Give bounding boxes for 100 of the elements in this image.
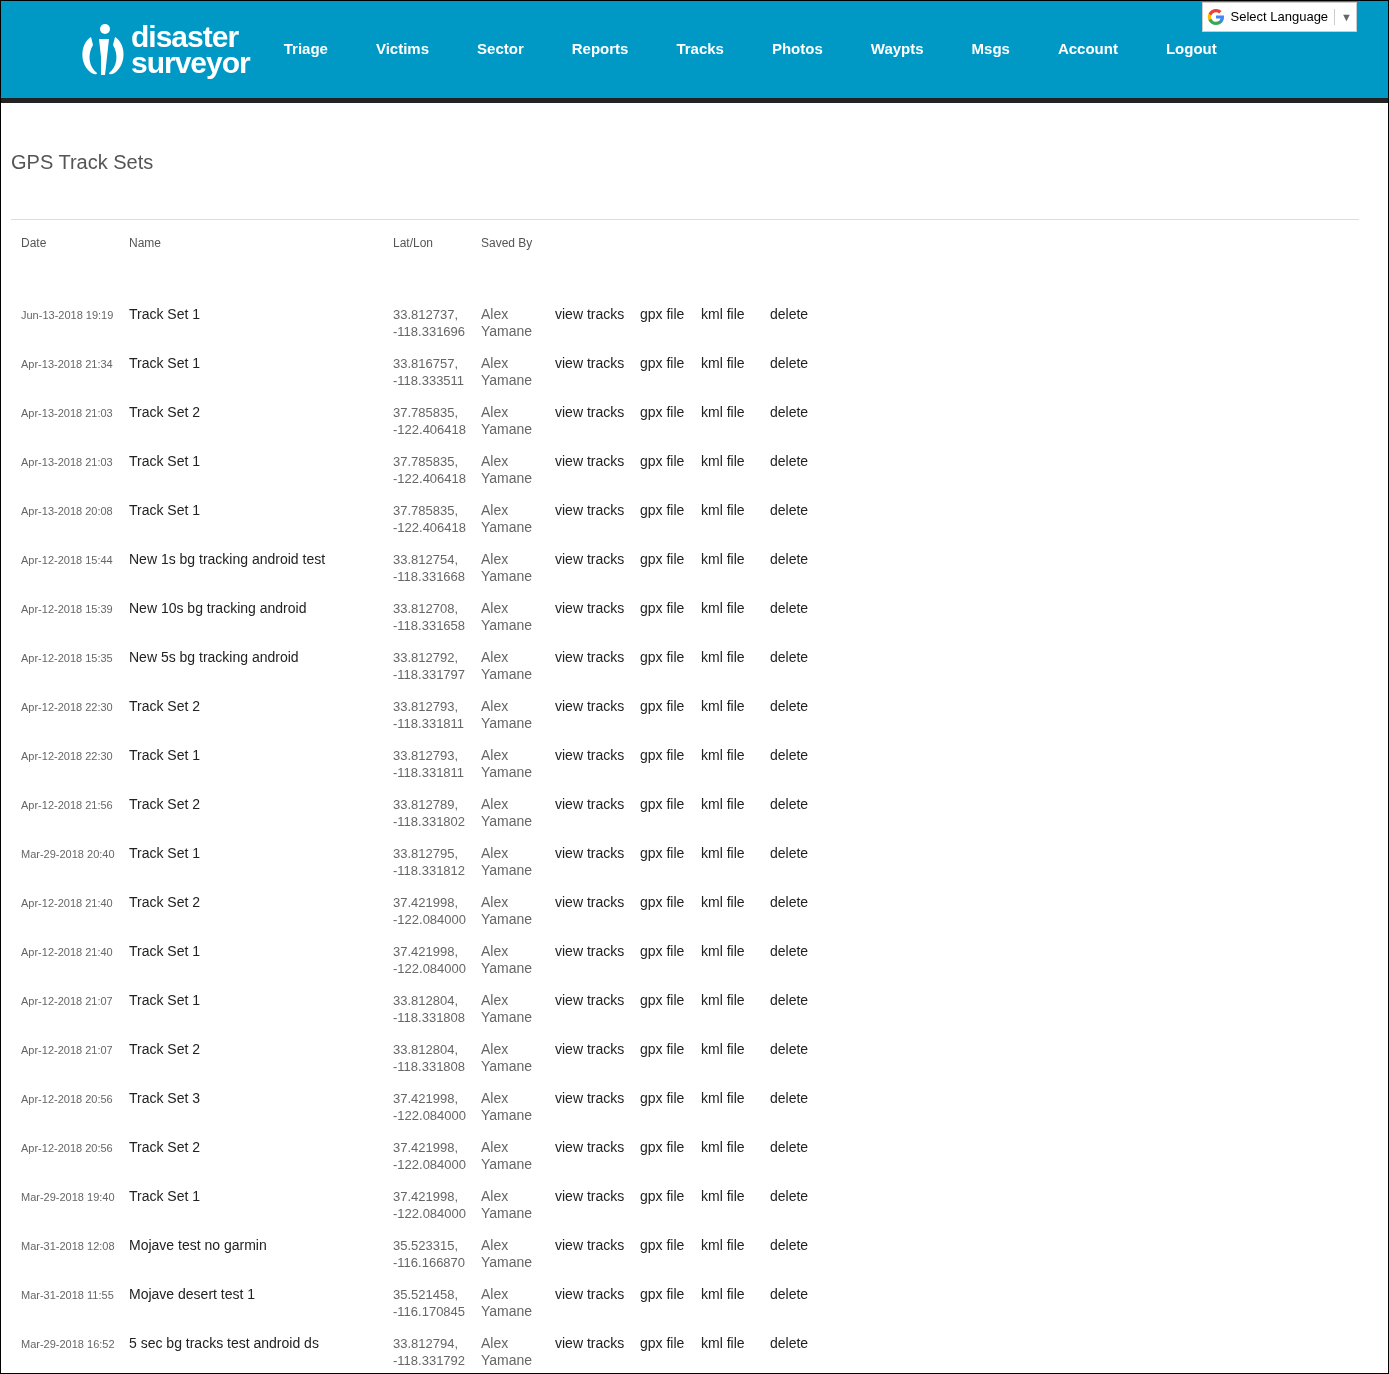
action-link[interactable]: view tracks	[555, 1286, 625, 1302]
action-link[interactable]: kml file	[701, 453, 745, 469]
action-link[interactable]: gpx file	[640, 502, 685, 518]
name-cell: Mojave desert test 1	[129, 1286, 256, 1303]
action-link[interactable]: delete	[770, 796, 809, 812]
action-link[interactable]: kml file	[701, 1188, 745, 1204]
action-link[interactable]: view tracks	[555, 1090, 625, 1106]
action-link[interactable]: view tracks	[555, 453, 625, 469]
action-link[interactable]: delete	[770, 1090, 809, 1106]
action-link[interactable]: delete	[770, 698, 809, 714]
action-link[interactable]: delete	[770, 404, 809, 420]
action-link[interactable]: kml file	[701, 1041, 745, 1057]
action-link[interactable]: delete	[770, 992, 809, 1008]
action-link[interactable]: kml file	[701, 747, 745, 763]
action-link[interactable]: gpx file	[640, 894, 685, 910]
action-link[interactable]: delete	[770, 1237, 809, 1253]
action-link[interactable]: kml file	[701, 1286, 745, 1302]
action-link[interactable]: kml file	[701, 796, 745, 812]
action-link[interactable]: gpx file	[640, 1041, 685, 1057]
action-link[interactable]: delete	[770, 355, 809, 371]
action-link[interactable]: delete	[770, 894, 809, 910]
action-link[interactable]: gpx file	[640, 698, 685, 714]
action-link[interactable]: delete	[770, 551, 809, 567]
action-link[interactable]: view tracks	[555, 551, 625, 567]
action-link[interactable]: gpx file	[640, 1090, 685, 1106]
saved-by-cell-text: Alex Yamane	[481, 943, 534, 977]
action-link[interactable]: view tracks	[555, 1041, 625, 1057]
action-link[interactable]: gpx file	[640, 796, 685, 812]
language-select[interactable]: Select Language ▼	[1201, 2, 1357, 32]
action-link[interactable]: gpx file	[640, 1188, 685, 1204]
action-link[interactable]: kml file	[701, 404, 745, 420]
name-cell: Track Set 1	[129, 943, 201, 960]
action-link[interactable]: kml file	[701, 355, 745, 371]
action-link[interactable]: delete	[770, 649, 809, 665]
action-link[interactable]: gpx file	[640, 453, 685, 469]
action-link[interactable]: view tracks	[555, 747, 625, 763]
action-link[interactable]: view tracks	[555, 600, 625, 616]
action-link[interactable]: view tracks	[555, 943, 625, 959]
action-link[interactable]: view tracks	[555, 404, 625, 420]
lat-lon-cell: 37.785835, -122.406418	[393, 404, 466, 438]
action-link[interactable]: delete	[770, 845, 809, 861]
action-link[interactable]: view tracks	[555, 796, 625, 812]
saved-by-cell-text: Alex Yamane	[481, 649, 534, 683]
action-link[interactable]: view tracks	[555, 894, 625, 910]
action-link[interactable]: kml file	[701, 551, 745, 567]
action-link[interactable]: kml file	[701, 306, 745, 322]
action-link[interactable]: gpx file	[640, 1237, 685, 1253]
action-link[interactable]: delete	[770, 1041, 809, 1057]
action-link[interactable]: gpx file	[640, 404, 685, 420]
date-cell-text: Apr-12-2018 15:44	[21, 553, 113, 568]
action-link[interactable]: gpx file	[640, 1286, 685, 1302]
saved-by-cell-text: Alex Yamane	[481, 1286, 534, 1320]
action-link[interactable]: kml file	[701, 698, 745, 714]
lat-lon-cell: 37.421998, -122.084000	[393, 894, 466, 928]
action-link[interactable]: delete	[770, 943, 809, 959]
lat-lon-cell: 35.523315, -116.166870	[393, 1237, 466, 1271]
action-link[interactable]: kml file	[701, 845, 745, 861]
action-link[interactable]: delete	[770, 502, 809, 518]
action-link[interactable]: view tracks	[555, 355, 625, 371]
action-link[interactable]: view tracks	[555, 1188, 625, 1204]
action-link[interactable]: delete	[770, 600, 809, 616]
action-link[interactable]: kml file	[701, 1090, 745, 1106]
action-link[interactable]: view tracks	[555, 845, 625, 861]
action-link[interactable]: gpx file	[640, 600, 685, 616]
action-link[interactable]: kml file	[701, 649, 745, 665]
action-link[interactable]: gpx file	[640, 943, 685, 959]
action-link[interactable]: view tracks	[555, 698, 625, 714]
action-link[interactable]: gpx file	[640, 992, 685, 1008]
action-link[interactable]: delete	[770, 453, 809, 469]
action-link[interactable]: gpx file	[640, 355, 685, 371]
action-link[interactable]: gpx file	[640, 845, 685, 861]
date-cell-text: Apr-12-2018 22:30	[21, 749, 113, 764]
action-link[interactable]: gpx file	[640, 551, 685, 567]
action-link[interactable]: view tracks	[555, 1237, 625, 1253]
action-link[interactable]: kml file	[701, 600, 745, 616]
action-link[interactable]: kml file	[701, 502, 745, 518]
action-link[interactable]: kml file	[701, 1335, 745, 1351]
action-link[interactable]: view tracks	[555, 1139, 625, 1155]
action-link[interactable]: gpx file	[640, 649, 685, 665]
action-link[interactable]: kml file	[701, 1237, 745, 1253]
action-link[interactable]: gpx file	[640, 747, 685, 763]
action-link[interactable]: gpx file	[640, 1139, 685, 1155]
action-link[interactable]: gpx file	[640, 1335, 685, 1351]
action-link[interactable]: kml file	[701, 943, 745, 959]
action-link[interactable]: view tracks	[555, 992, 625, 1008]
action-link[interactable]: delete	[770, 1335, 809, 1351]
action-link[interactable]: view tracks	[555, 649, 625, 665]
saved-by-cell-text: Alex Yamane	[481, 747, 534, 781]
action-link[interactable]: delete	[770, 306, 809, 322]
action-link[interactable]: delete	[770, 1286, 809, 1302]
action-link[interactable]: kml file	[701, 992, 745, 1008]
action-link[interactable]: view tracks	[555, 306, 625, 322]
action-link[interactable]: view tracks	[555, 1335, 625, 1351]
action-link[interactable]: gpx file	[640, 306, 685, 322]
action-link[interactable]: kml file	[701, 1139, 745, 1155]
action-link[interactable]: kml file	[701, 894, 745, 910]
action-link[interactable]: delete	[770, 1188, 809, 1204]
action-link[interactable]: delete	[770, 747, 809, 763]
action-link[interactable]: delete	[770, 1139, 809, 1155]
action-link[interactable]: view tracks	[555, 502, 625, 518]
